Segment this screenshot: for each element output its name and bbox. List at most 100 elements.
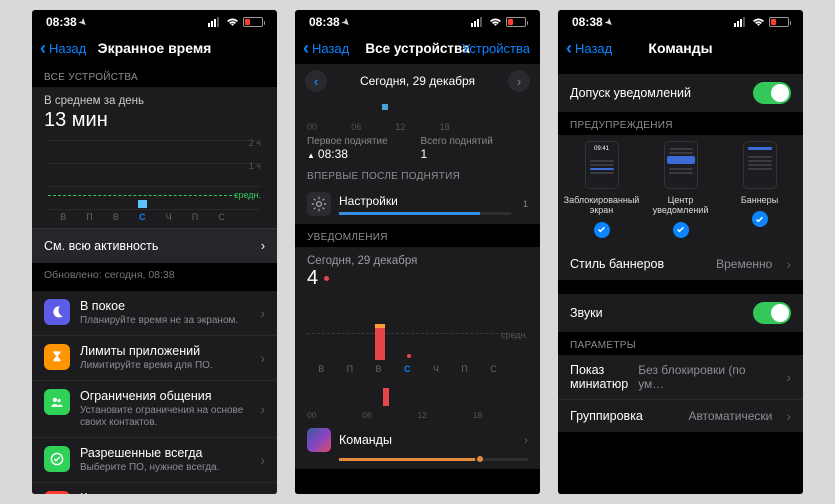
- people-icon: [44, 389, 70, 415]
- section-all-devices: ВСЕ УСТРОЙСТВА: [32, 64, 277, 87]
- preview-banners[interactable]: Баннеры: [725, 141, 795, 238]
- phone-screen-time: 08:38 ➤ ‹ Назад Экранное время ВСЕ УСТРО…: [32, 10, 277, 494]
- back-button[interactable]: ‹ Назад: [303, 39, 349, 57]
- first-app-row[interactable]: Настройки 1: [295, 186, 540, 218]
- preview-lock-screen[interactable]: 09:41 Заблокированный экран: [567, 141, 637, 238]
- chevron-left-icon: ‹: [566, 39, 572, 57]
- first-app-count: 1: [523, 199, 528, 209]
- shortcuts-icon: [307, 428, 331, 452]
- allow-notifications-row[interactable]: Допуск уведомлений: [558, 74, 803, 112]
- back-button[interactable]: ‹ Назад: [40, 39, 86, 57]
- page-title: Экранное время: [98, 40, 212, 56]
- battery-icon: [243, 17, 263, 27]
- toggle-sounds[interactable]: [753, 302, 791, 324]
- phone-notification-settings: 08:38 ➤ ‹ Назад Команды Допуск уведомлен…: [558, 10, 803, 494]
- status-time: 08:38: [46, 15, 77, 29]
- chart-bar: [375, 328, 385, 360]
- checkmark-icon: [673, 222, 689, 238]
- back-button[interactable]: ‹ Назад: [566, 39, 612, 57]
- first-pickup-value: 08:38: [318, 147, 348, 161]
- prev-day-button[interactable]: ‹: [305, 70, 327, 92]
- axis-1h: 1 ч: [249, 161, 261, 171]
- signal-icon: [471, 17, 485, 27]
- wifi-icon: [226, 17, 239, 27]
- notifications-card[interactable]: Сегодня, 29 декабря 4 средн. ВПВСЧПС 00 …: [295, 247, 540, 469]
- battery-icon: [769, 17, 789, 27]
- see-all-label: См. всю активность: [44, 239, 158, 253]
- row-always-allowed[interactable]: Разрешенные всегдаВыберите ПО, нужное вс…: [32, 438, 277, 483]
- status-bar: 08:38 ➤: [558, 10, 803, 32]
- chart-bar: [138, 200, 147, 208]
- devices-link[interactable]: Устройства: [462, 41, 530, 56]
- row-app-limits[interactable]: Лимиты приложенийЛимитируйте время для П…: [32, 336, 277, 381]
- average-line-label: средн.: [234, 190, 261, 200]
- chevron-right-icon: ›: [786, 256, 791, 272]
- chevron-left-icon: ‹: [303, 39, 309, 57]
- pickups-hour-chart[interactable]: 00061218: [307, 100, 528, 130]
- chevron-right-icon: ›: [524, 433, 528, 447]
- app-shortcuts-row[interactable]: Команды ›: [295, 422, 540, 458]
- chart-x-ticks: ВПВСЧПС: [50, 212, 235, 222]
- signal-icon: [734, 17, 748, 27]
- notif-date: Сегодня, 29 декабря: [307, 255, 528, 267]
- banner-style-row[interactable]: Стиль баннеров Временно ›: [558, 248, 803, 280]
- total-pickups-value: 1: [421, 147, 529, 161]
- axis-2h: 2 ч: [249, 138, 261, 148]
- chevron-left-icon: ‹: [40, 39, 46, 57]
- chevron-right-icon: ›: [786, 408, 791, 424]
- see-all-activity-row[interactable]: См. всю активность ›: [32, 228, 277, 263]
- status-time: 08:38: [309, 15, 340, 29]
- section-params: ПАРАМЕТРЫ: [558, 332, 803, 355]
- lock-screen-mock-icon: 09:41: [585, 141, 619, 189]
- row-communication-limits[interactable]: Ограничения общенияУстановите ограничени…: [32, 381, 277, 438]
- chart-point: [407, 354, 411, 358]
- row-downtime[interactable]: В покоеПланируйте время не за экраном. ›: [32, 291, 277, 336]
- chevron-right-icon: ›: [260, 452, 265, 468]
- total-pickups-label: Всего поднятий: [421, 136, 529, 147]
- current-date: Сегодня, 29 декабря: [360, 74, 475, 88]
- nav-bar: ‹ Назад Все устройства Устройства: [295, 32, 540, 64]
- toggle-allow-notifications[interactable]: [753, 82, 791, 104]
- hourglass-icon: [44, 344, 70, 370]
- settings-icon: [307, 192, 331, 216]
- notif-count: 4: [307, 267, 318, 290]
- row-content-privacy[interactable]: Контент и конфиденциальностьБлокируйте н…: [32, 483, 277, 494]
- nosign-icon: [44, 491, 70, 494]
- average-label: В среднем за день: [44, 95, 265, 107]
- checkmark-icon: [594, 222, 610, 238]
- preview-notification-center[interactable]: Центр уведомлений: [646, 141, 716, 238]
- average-value: 13 мин: [44, 109, 265, 132]
- sounds-row[interactable]: Звуки: [558, 294, 803, 332]
- wifi-icon: [752, 17, 765, 27]
- nav-bar: ‹ Назад Экранное время: [32, 32, 277, 64]
- first-app-name: Настройки: [339, 194, 511, 208]
- usage-weekly-chart[interactable]: 2 ч 1 ч средн. ВПВСЧПС: [48, 140, 261, 210]
- back-label: Назад: [49, 41, 86, 56]
- chevron-right-icon: ›: [260, 305, 265, 321]
- status-bar: 08:38 ➤: [295, 10, 540, 32]
- grouping-row[interactable]: Группировка Автоматически ›: [558, 400, 803, 432]
- indicator-dot-icon: [324, 276, 329, 281]
- signal-icon: [208, 17, 222, 27]
- notifications-week-chart: средн. ВПВСЧПС: [307, 292, 528, 374]
- average-line: [48, 195, 237, 196]
- chevron-right-icon: ›: [260, 350, 265, 366]
- triangle-up-icon: ▲: [307, 151, 315, 160]
- status-time: 08:38: [572, 15, 603, 29]
- first-pickup-label: Первое поднятие: [307, 136, 415, 147]
- page-title: Команды: [648, 40, 712, 56]
- page-title: Все устройства: [365, 41, 469, 56]
- chevron-right-icon: ›: [260, 401, 265, 417]
- back-label: Назад: [575, 41, 612, 56]
- back-label: Назад: [312, 41, 349, 56]
- location-icon: ➤: [339, 15, 352, 28]
- battery-icon: [506, 17, 526, 27]
- next-day-button[interactable]: ›: [508, 70, 530, 92]
- banner-mock-icon: [743, 141, 777, 189]
- section-alerts: ПРЕДУПРЕЖДЕНИЯ: [558, 112, 803, 135]
- chevron-right-icon: ›: [261, 239, 265, 253]
- check-icon: [44, 446, 70, 472]
- notification-center-mock-icon: [664, 141, 698, 189]
- location-icon: ➤: [76, 15, 89, 28]
- show-previews-row[interactable]: Показ миниатюр Без блокировки (по ум… ›: [558, 355, 803, 400]
